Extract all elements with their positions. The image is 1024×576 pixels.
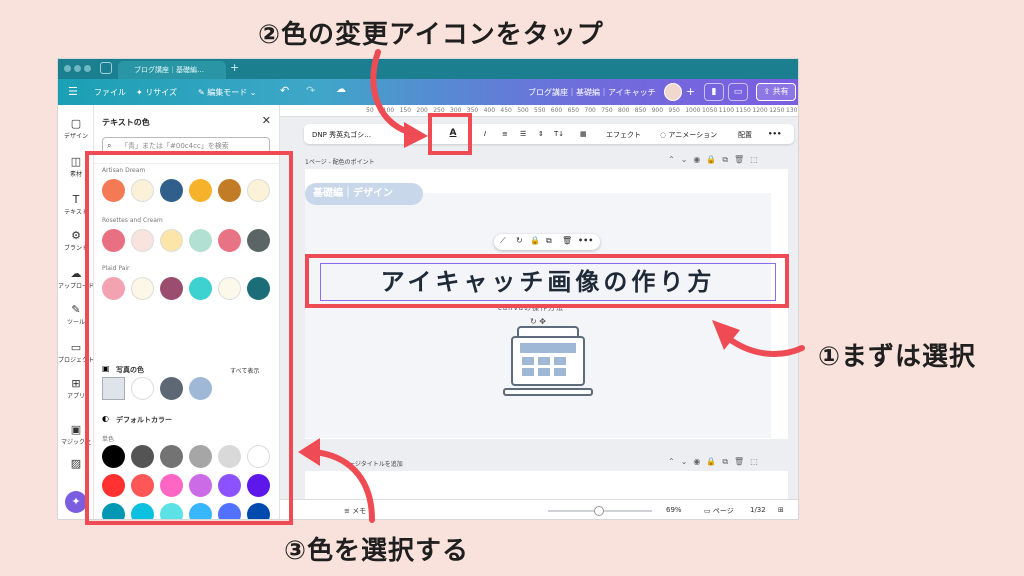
arrowhead-icon [298,438,320,466]
arrowhead-icon [404,122,428,148]
arrow-to-headline [725,335,805,357]
arrow-to-color-button [370,49,415,136]
arrow-to-panel [311,449,375,523]
annotation-step1: ①まずは選択 [818,342,977,372]
arrows-overlay [298,49,805,523]
annotation-step3: ③色を選択する [284,536,470,566]
